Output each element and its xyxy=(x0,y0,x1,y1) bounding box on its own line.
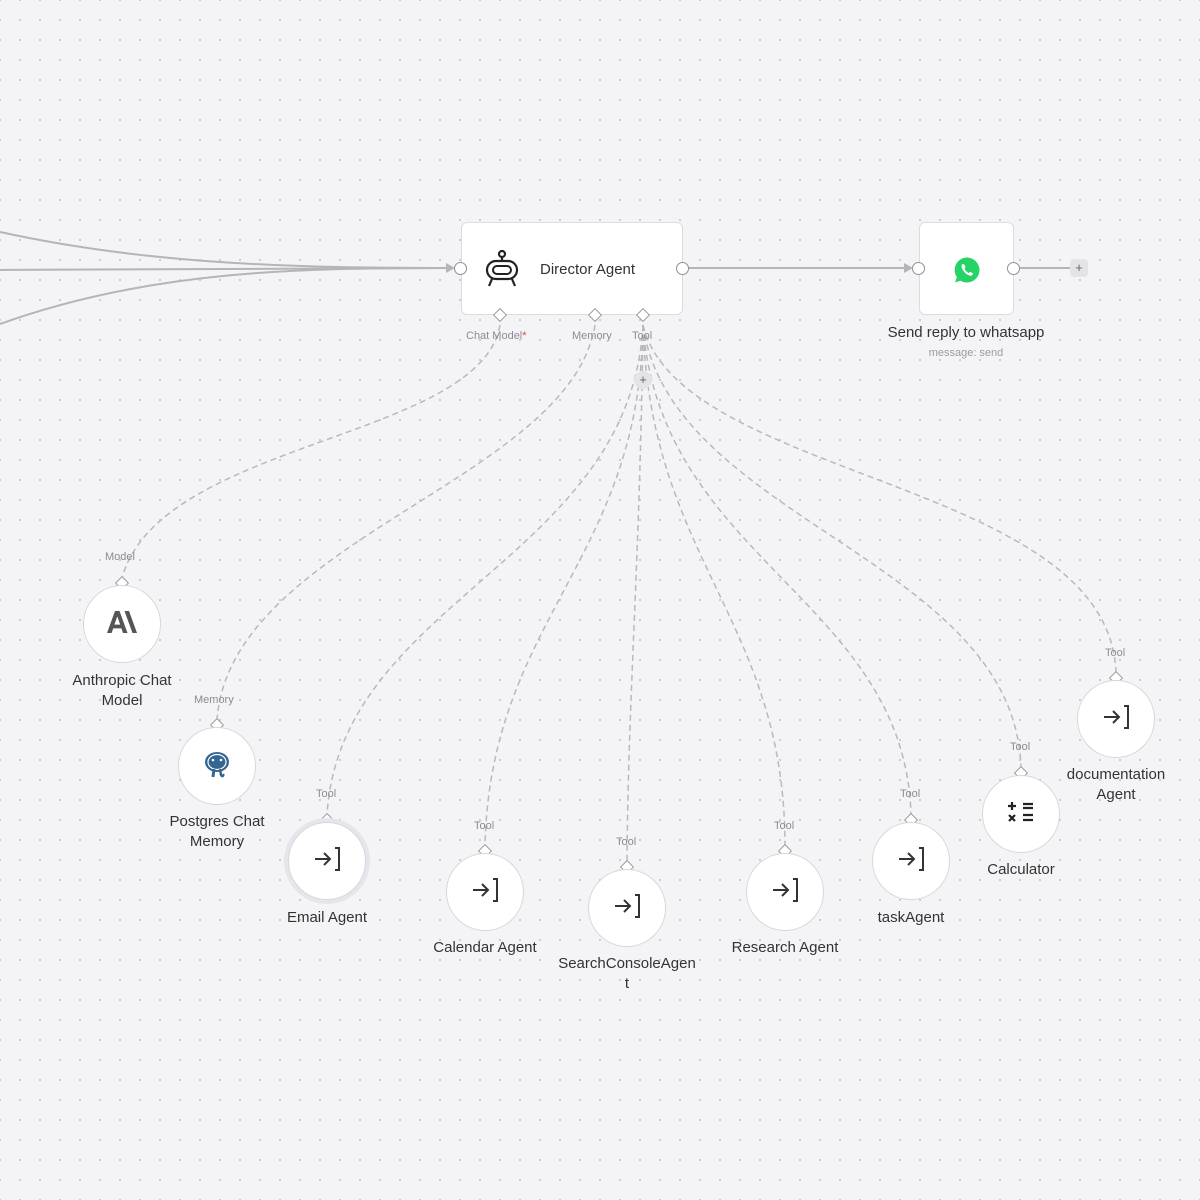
research-port-label: Tool xyxy=(774,820,795,832)
task-port-label: Tool xyxy=(900,788,921,800)
tool-arrow-icon xyxy=(896,844,926,879)
add-tool-button[interactable]: + xyxy=(634,371,652,389)
chat-model-port-label: Chat Model* xyxy=(466,330,527,342)
director-agent-node[interactable]: Director Agent xyxy=(461,222,683,315)
tool-connection-documentation xyxy=(642,324,1117,674)
anthropic-node-title: Anthropic Chat Model xyxy=(72,672,172,709)
calculator-port-label: Tool xyxy=(1010,741,1031,753)
tool-arrow-icon xyxy=(1101,702,1131,737)
tool-connection-calculator xyxy=(642,324,1022,769)
whatsapp-node-title: Send reply to whatsapp xyxy=(887,324,1045,341)
memory-port-label: Memory xyxy=(572,330,612,342)
director-input-handle[interactable] xyxy=(454,262,467,275)
postgres-elephant-icon xyxy=(202,749,232,784)
director-agent-title: Director Agent xyxy=(540,261,636,278)
whatsapp-add-node-button[interactable]: + xyxy=(1070,259,1088,277)
calendar-agent-node[interactable] xyxy=(446,853,524,931)
whatsapp-icon xyxy=(953,256,981,289)
email-port-label: Tool xyxy=(316,788,337,800)
anthropic-chat-model-node[interactable] xyxy=(83,585,161,663)
workflow-canvas[interactable]: Director Agent Chat Model* Memory Tool +… xyxy=(0,0,1200,1200)
tool-arrow-icon xyxy=(770,875,800,910)
incoming-connection xyxy=(0,231,453,269)
whatsapp-node[interactable] xyxy=(919,222,1014,315)
calculator-title: Calculator xyxy=(987,861,1055,878)
tool-arrow-icon xyxy=(470,875,500,910)
documentation-port-label: Tool xyxy=(1105,647,1126,659)
robot-icon xyxy=(482,249,522,294)
task-agent-title: taskAgent xyxy=(877,909,945,926)
tool-connection-email xyxy=(326,324,644,816)
tool-arrow-icon xyxy=(612,891,642,926)
chat-model-connection xyxy=(121,324,501,579)
whatsapp-node-subtitle: message: send xyxy=(928,347,1004,359)
task-agent-node[interactable] xyxy=(872,822,950,900)
tool-connection-research xyxy=(642,324,786,847)
memory-connection xyxy=(216,324,596,721)
calendar-port-label: Tool xyxy=(474,820,495,832)
director-output-handle[interactable] xyxy=(676,262,689,275)
postgres-node-title: Postgres Chat Memory xyxy=(169,813,265,850)
incoming-connection xyxy=(0,267,453,325)
email-agent-title: Email Agent xyxy=(286,909,368,926)
model-port-label: Model xyxy=(105,551,135,563)
anthropic-icon xyxy=(107,610,137,638)
tool-connection-calendar xyxy=(484,324,644,847)
calendar-agent-title: Calendar Agent xyxy=(433,939,537,956)
tool-port-label: Tool xyxy=(632,330,653,342)
whatsapp-input-handle[interactable] xyxy=(912,262,925,275)
searchconsole-port-label: Tool xyxy=(616,836,637,848)
documentation-agent-title: documentation Agent xyxy=(1066,766,1166,803)
connections-layer xyxy=(0,231,1117,863)
calculator-icon xyxy=(1006,799,1036,830)
email-agent-node[interactable] xyxy=(288,822,366,900)
research-agent-title: Research Agent xyxy=(731,939,839,956)
tool-connection-task xyxy=(642,324,912,816)
searchconsole-agent-node[interactable] xyxy=(588,869,666,947)
whatsapp-output-handle[interactable] xyxy=(1007,262,1020,275)
memory-subnode-port-label: Memory xyxy=(194,694,234,706)
searchconsole-agent-title: SearchConsoleAgen t xyxy=(558,955,696,992)
research-agent-node[interactable] xyxy=(746,853,824,931)
tool-arrow-icon xyxy=(312,844,342,879)
postgres-chat-memory-node[interactable] xyxy=(178,727,256,805)
documentation-agent-node[interactable] xyxy=(1077,680,1155,758)
